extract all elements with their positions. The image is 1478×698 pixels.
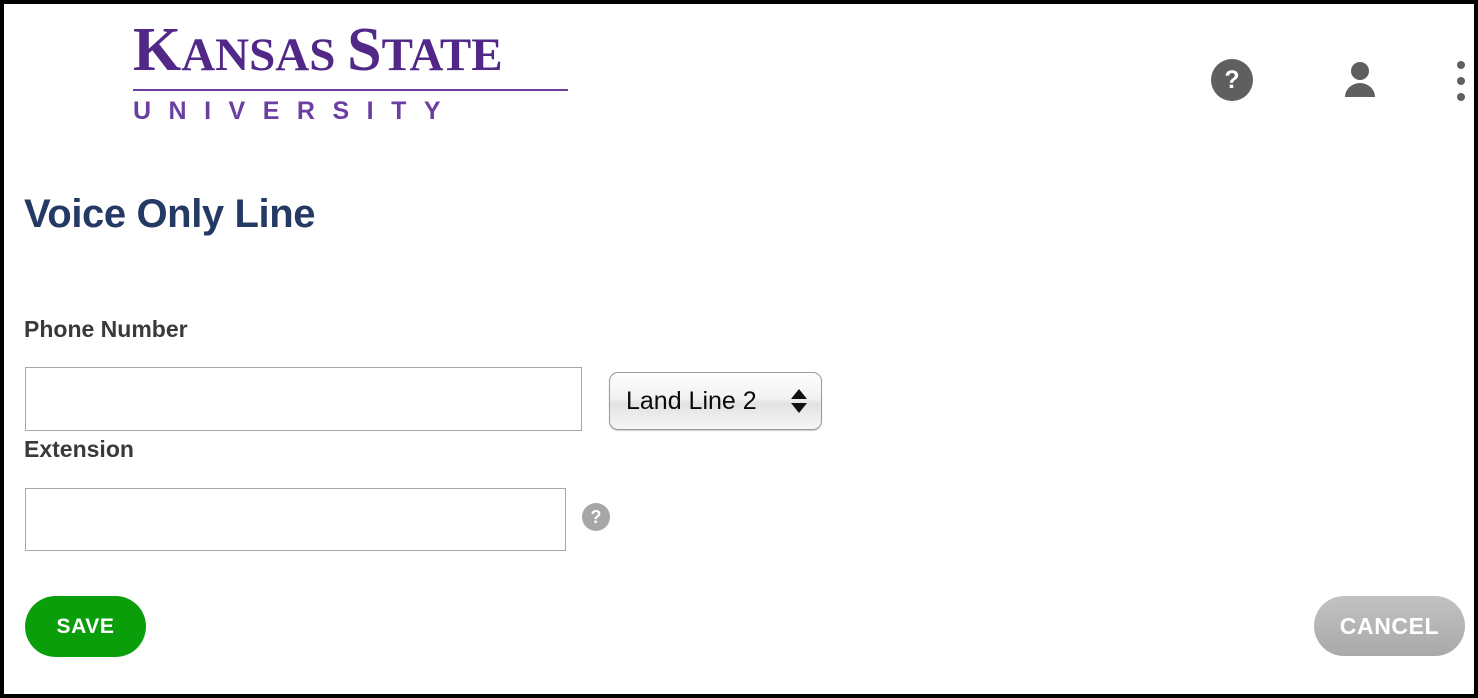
stepper-arrows-icon [791, 389, 807, 413]
cancel-button[interactable]: CANCEL [1314, 596, 1465, 656]
extension-label: Extension [24, 436, 134, 462]
kansas-state-university-logo: KANSAS STATE UNIVERSITY [133, 18, 573, 124]
phone-number-input[interactable] [25, 367, 582, 431]
help-icon[interactable]: ? [1210, 58, 1254, 102]
page-header: KANSAS STATE UNIVERSITY ? [4, 4, 1474, 144]
logo-text-tate: TATE [381, 29, 503, 81]
line-type-select-wrapper: Land Line 2 [609, 372, 822, 430]
line-type-select-value: Land Line 2 [626, 386, 757, 415]
page-title: Voice Only Line [24, 192, 316, 236]
account-icon[interactable] [1334, 54, 1386, 106]
page-root: KANSAS STATE UNIVERSITY ? Voice Only Lin… [0, 0, 1478, 698]
help-icon-glyph: ? [1211, 59, 1253, 101]
extension-input[interactable] [25, 488, 566, 551]
overflow-dot-3 [1457, 93, 1465, 101]
logo-letter-s: S [347, 16, 382, 84]
account-icon-glyph [1345, 62, 1375, 97]
logo-divider-rule [133, 89, 568, 91]
logo-text-ansas: ANSAS [181, 29, 348, 81]
overflow-dot-1 [1457, 61, 1465, 69]
logo-subtitle-university: UNIVERSITY [133, 97, 459, 125]
line-type-select[interactable]: Land Line 2 [609, 372, 822, 430]
chevron-up-icon [791, 389, 807, 399]
overflow-menu-icon[interactable] [1448, 58, 1474, 104]
extension-help-icon[interactable]: ? [582, 503, 610, 531]
chevron-down-icon [791, 403, 807, 413]
logo-letter-k: K [133, 16, 182, 84]
overflow-dot-2 [1457, 77, 1465, 85]
phone-number-label: Phone Number [24, 316, 188, 342]
save-button[interactable]: SAVE [25, 596, 146, 657]
logo-wordmark: KANSAS STATE [133, 18, 573, 87]
